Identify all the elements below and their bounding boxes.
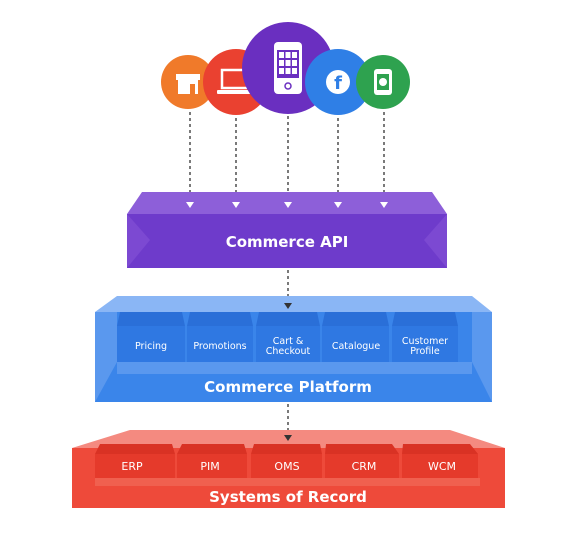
smartwatch-icon [356, 55, 410, 109]
systems-of-record-layer: ERP PIM OMS CRM WCM Systems of Record [72, 430, 505, 508]
systems-of-record-title: Systems of Record [209, 488, 367, 506]
channel-icons: f [161, 22, 410, 115]
commerce-api-title: Commerce API [226, 233, 349, 251]
svg-text:CRM: CRM [352, 460, 377, 473]
svg-text:WCM: WCM [428, 460, 456, 473]
svg-text:OMS: OMS [274, 460, 299, 473]
module-customer-profile: Customer Profile [392, 312, 458, 362]
svg-text:Promotions: Promotions [193, 341, 246, 352]
module-promotions: Promotions [187, 312, 253, 362]
svg-text:Pricing: Pricing [135, 341, 167, 352]
commerce-architecture-diagram: f Commerce API Pricing Promotions Cart &… [0, 0, 582, 546]
svg-text:PIM: PIM [200, 460, 219, 473]
module-catalogue: Catalogue [322, 312, 389, 362]
module-oms: OMS [251, 444, 322, 478]
svg-text:f: f [334, 73, 342, 94]
commerce-platform-layer: Pricing Promotions Cart & Checkout Catal… [95, 296, 492, 402]
module-cart-checkout: Cart & Checkout [256, 312, 320, 362]
svg-text:Profile: Profile [410, 346, 440, 357]
commerce-platform-title: Commerce Platform [204, 378, 372, 396]
platform-modules: Pricing Promotions Cart & Checkout Catal… [117, 312, 458, 362]
module-erp: ERP [95, 444, 175, 478]
module-crm: CRM [325, 444, 399, 478]
module-wcm: WCM [402, 444, 478, 478]
record-modules: ERP PIM OMS CRM WCM [95, 444, 478, 478]
svg-text:ERP: ERP [121, 460, 143, 473]
svg-text:Checkout: Checkout [266, 346, 311, 357]
svg-text:Catalogue: Catalogue [332, 341, 381, 352]
module-pim: PIM [177, 444, 247, 478]
module-pricing: Pricing [117, 312, 185, 362]
commerce-api-layer: Commerce API [127, 192, 447, 268]
